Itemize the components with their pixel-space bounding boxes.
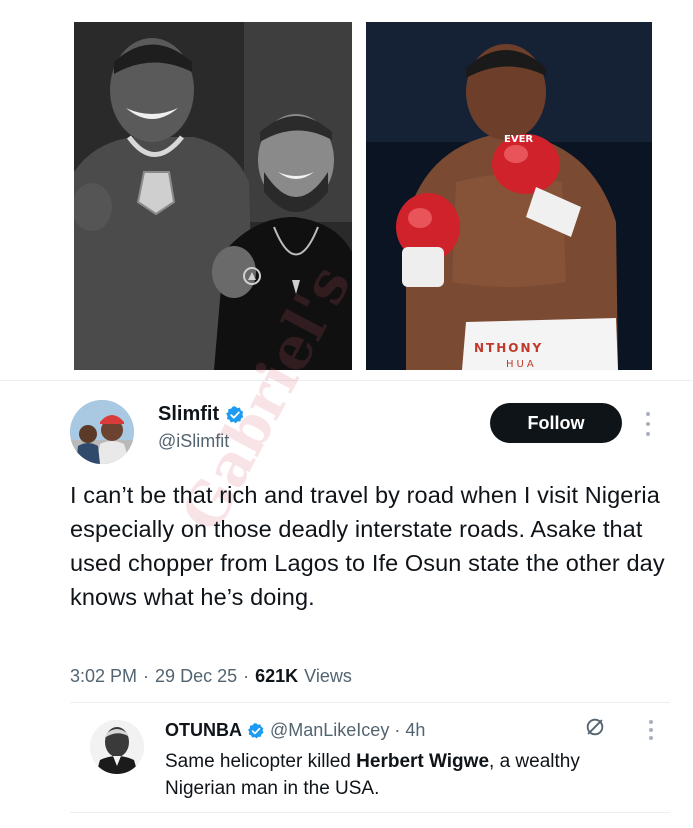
- reply-text-bold[interactable]: Herbert Wigwe: [356, 751, 489, 772]
- views-count[interactable]: 621K: [255, 666, 298, 687]
- media-gallery: NTHONY HUA EVER: [0, 0, 693, 380]
- slash-circle-icon[interactable]: [584, 716, 606, 738]
- reply-avatar[interactable]: [90, 720, 144, 774]
- divider-bottom: [70, 812, 670, 813]
- reply-avatar-image: [90, 720, 144, 774]
- divider-top: [0, 380, 693, 381]
- two-men-bw-image: [74, 22, 352, 370]
- trunks-text: NTHONY: [474, 341, 543, 355]
- glove-text: EVER: [504, 134, 533, 145]
- follow-button[interactable]: Follow: [490, 403, 622, 443]
- author-name-row: Slimfit: [158, 403, 245, 426]
- reply-time[interactable]: 4h: [405, 720, 425, 741]
- tweet-meta: 3:02 PM · 29 Dec 25 · 621K Views: [70, 666, 352, 687]
- reply-text: Same helicopter killed Herbert Wigwe, a …: [165, 748, 655, 802]
- more-vertical-icon[interactable]: [644, 412, 652, 436]
- author-name[interactable]: Slimfit: [158, 403, 219, 426]
- trunks-subtext: HUA: [506, 359, 537, 370]
- tweet-text: I can’t be that rich and travel by road …: [70, 482, 665, 610]
- tweet-time[interactable]: 3:02 PM: [70, 666, 137, 687]
- media-photo-left[interactable]: [74, 22, 352, 370]
- more-vertical-icon[interactable]: [647, 720, 655, 740]
- reply-author-name[interactable]: OTUNBA: [165, 720, 242, 741]
- reply-text-prefix: Same helicopter killed: [165, 751, 357, 772]
- author-handle[interactable]: @iSlimfit: [158, 431, 229, 452]
- verified-badge-icon: [248, 722, 264, 738]
- reply-header: OTUNBA @ManLikeIcey · 4h: [165, 720, 425, 741]
- tweet-date[interactable]: 29 Dec 25: [155, 666, 237, 687]
- boxer-image: NTHONY HUA EVER: [366, 22, 652, 370]
- meta-separator: ·: [243, 666, 250, 686]
- reply-author-handle[interactable]: @ManLikeIcey: [270, 720, 389, 741]
- divider-mid: [70, 702, 670, 703]
- verified-badge-icon: [226, 405, 244, 423]
- author-avatar[interactable]: [70, 400, 134, 464]
- meta-separator: ·: [143, 666, 150, 686]
- media-photo-right[interactable]: NTHONY HUA EVER: [366, 22, 652, 370]
- reply-separator: ·: [394, 720, 401, 740]
- avatar-image: [70, 400, 134, 464]
- views-label: Views: [304, 666, 352, 686]
